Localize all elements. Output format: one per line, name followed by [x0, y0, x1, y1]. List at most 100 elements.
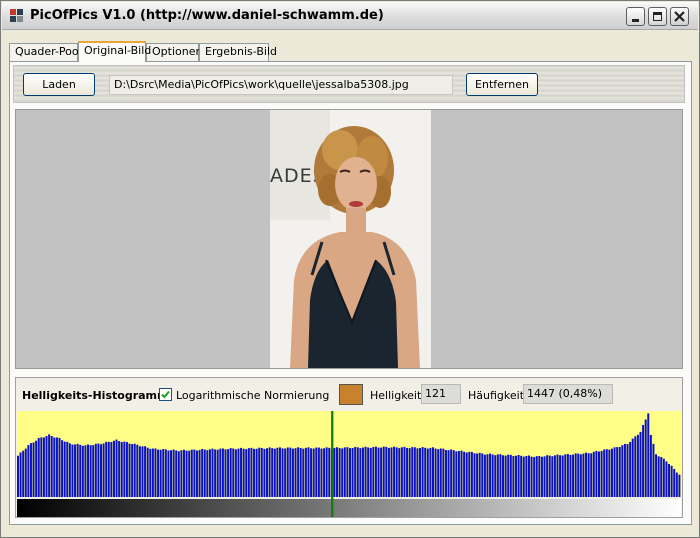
histogram-bar: [608, 449, 611, 497]
histogram-bar: [266, 448, 268, 497]
file-toolbar: Laden D:\Dsrc\Media\PicOfPics\work\quell…: [13, 65, 685, 103]
histogram-bar: [556, 454, 559, 497]
histogram-bar: [211, 448, 214, 497]
histogram-bar: [442, 448, 445, 497]
histogram-bar: [626, 444, 629, 497]
histogram-bar: [154, 448, 157, 497]
histogram-bar: [136, 444, 139, 497]
log-normalization-label[interactable]: Logarithmische Normierung: [176, 389, 329, 402]
histogram-bar: [42, 437, 45, 497]
histogram-bar: [55, 437, 58, 497]
histogram-bar: [253, 448, 256, 497]
histogram-bar: [281, 448, 284, 497]
minimize-button[interactable]: [626, 7, 645, 26]
tab-original-bild[interactable]: Original-Bild: [78, 41, 151, 62]
histogram-bar: [320, 448, 323, 497]
histogram-bar: [276, 447, 279, 497]
histogram-bar: [574, 453, 577, 497]
histogram-bar: [489, 453, 492, 497]
histogram-bar: [22, 450, 25, 497]
histogram-bar: [655, 454, 658, 497]
histogram-bar: [307, 447, 310, 497]
histogram-bar: [579, 454, 582, 497]
brightness-label: Helligkeit:: [370, 389, 426, 402]
load-button[interactable]: Laden: [23, 73, 95, 96]
histogram-bar: [421, 447, 424, 497]
histogram-bar: [185, 450, 188, 497]
brightness-histogram-chart[interactable]: [17, 411, 681, 517]
log-normalization-checkbox[interactable]: [159, 388, 172, 401]
histogram-bar: [297, 447, 300, 497]
histogram-bar: [502, 455, 505, 497]
histogram-bar: [146, 447, 149, 497]
histogram-bar: [629, 441, 632, 497]
histogram-bar: [304, 447, 307, 497]
histogram-bar: [343, 447, 346, 497]
histogram-bar: [598, 451, 600, 497]
histogram-bar: [349, 448, 351, 497]
histogram-bar: [89, 445, 92, 497]
histogram-bar: [183, 449, 185, 497]
file-path-field[interactable]: D:\Dsrc\Media\PicOfPics\work\quelle\jess…: [109, 75, 453, 95]
histogram-bar: [58, 437, 61, 497]
histogram-bar: [660, 457, 663, 497]
tab-ergebnis-bild[interactable]: Ergebnis-Bild: [199, 43, 277, 61]
tab-quader-pool[interactable]: Quader-Pool: [9, 43, 82, 61]
histogram-bar: [198, 450, 201, 497]
histogram-bar: [450, 449, 453, 497]
histogram-bar: [50, 436, 53, 497]
histogram-bar: [149, 448, 152, 497]
histogram-bar: [543, 456, 546, 497]
tab-optionen[interactable]: Optionen: [146, 43, 202, 61]
histogram-bar: [302, 448, 305, 497]
histogram-bar: [546, 455, 549, 497]
histogram-bar: [278, 447, 281, 497]
histogram-bar: [631, 438, 634, 497]
histogram-bar: [530, 456, 533, 497]
histogram-bar: [94, 443, 97, 497]
histogram-panel: Helligkeits-Histogramm Logarithmische No…: [15, 377, 683, 518]
histogram-bar: [97, 443, 100, 497]
histogram-bar: [84, 445, 87, 497]
histogram-bar: [66, 441, 69, 497]
histogram-bar: [193, 449, 196, 497]
histogram-bar: [323, 448, 326, 497]
histogram-bar: [372, 446, 375, 497]
histogram-bar: [317, 447, 320, 497]
histogram-bar: [247, 448, 250, 497]
histogram-bar: [585, 452, 588, 497]
histogram-bar: [507, 454, 510, 497]
title-bar[interactable]: PicOfPics V1.0 (http://www.daniel-schwam…: [2, 2, 698, 30]
histogram-bar: [564, 454, 567, 497]
histogram-bar: [118, 441, 121, 497]
histogram-bar: [605, 449, 608, 497]
histogram-bar: [647, 413, 650, 497]
histogram-bar: [170, 450, 173, 497]
maximize-button[interactable]: [648, 7, 667, 26]
histogram-bar: [504, 455, 507, 497]
histogram-bar: [203, 449, 206, 497]
histogram-bar: [657, 456, 660, 497]
close-button[interactable]: [670, 7, 689, 26]
brightness-value: 121: [421, 384, 461, 404]
histogram-bar: [273, 448, 276, 497]
histogram-bar: [227, 449, 230, 497]
histogram-bar: [299, 447, 302, 497]
brightness-marker[interactable]: [331, 411, 334, 517]
histogram-bar: [522, 456, 525, 497]
histogram-bar: [668, 464, 671, 497]
histogram-bar: [107, 441, 110, 497]
histogram-bar: [673, 468, 676, 497]
histogram-bar: [188, 450, 191, 497]
histogram-bar: [437, 449, 440, 497]
frequency-label: Häufigkeit:: [468, 389, 528, 402]
remove-button[interactable]: Entfernen: [466, 73, 538, 96]
app-window: PicOfPics V1.0 (http://www.daniel-schwam…: [0, 0, 700, 538]
histogram-bar: [63, 441, 66, 497]
histogram-bar: [32, 442, 35, 497]
histogram-bar: [494, 455, 497, 497]
histogram-bar: [17, 455, 19, 497]
histogram-bar: [263, 448, 266, 497]
histogram-bar: [354, 446, 357, 497]
histogram-bar: [439, 448, 442, 497]
